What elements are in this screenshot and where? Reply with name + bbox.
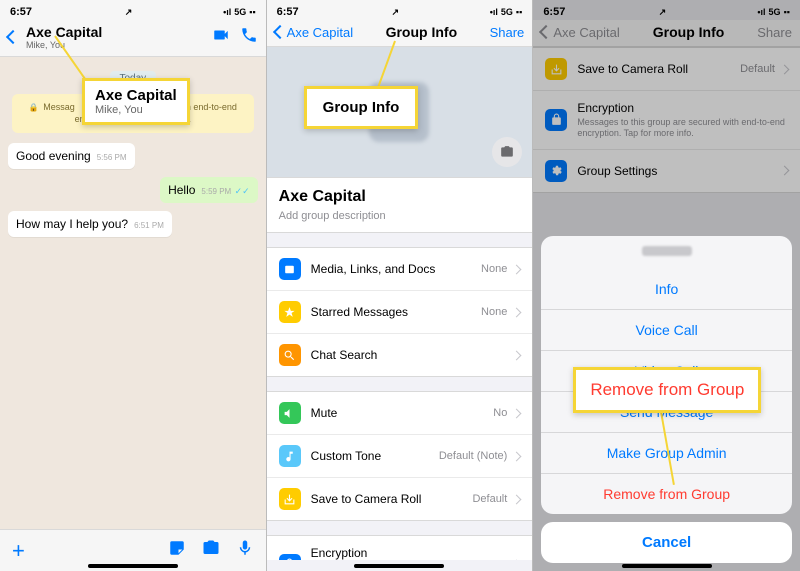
gear-icon xyxy=(545,160,567,182)
home-indicator[interactable] xyxy=(622,564,712,568)
navbar: Axe Capital Group Info Share xyxy=(267,20,533,47)
chevron-right-icon xyxy=(512,264,522,274)
status-time: 6:57 xyxy=(10,6,32,18)
mute-row[interactable]: MuteNo xyxy=(267,392,533,435)
back-label: Axe Capital xyxy=(287,25,353,40)
back-button[interactable]: Axe Capital xyxy=(275,25,353,40)
callout: Axe Capital Mike, You xyxy=(82,78,190,125)
encryption-row[interactable]: EncryptionMessages to this group are sec… xyxy=(267,536,533,560)
message-row: Good evening5:56 PM xyxy=(8,139,258,173)
chevron-left-icon xyxy=(6,30,20,44)
action-info[interactable]: Info xyxy=(541,269,792,310)
mic-button[interactable] xyxy=(236,539,254,562)
status-bar: 6:57↗ •ıl 5G ▪▪ xyxy=(533,0,800,20)
home-indicator[interactable] xyxy=(88,564,178,568)
lock-icon xyxy=(545,109,567,131)
chevron-right-icon xyxy=(780,166,790,176)
media-section: Media, Links, and DocsNone Starred Messa… xyxy=(267,247,533,377)
callout-title: Remove from Group xyxy=(590,380,744,399)
callout-subtitle: Mike, You xyxy=(95,104,177,116)
page-title: Group Info xyxy=(386,24,458,40)
voice-call-button[interactable] xyxy=(240,26,258,49)
callout: Remove from Group xyxy=(573,367,761,413)
chevron-right-icon xyxy=(512,408,522,418)
lock-icon: 🔒 xyxy=(29,103,39,112)
chevron-right-icon xyxy=(512,307,522,317)
chevron-right-icon xyxy=(512,494,522,504)
screen-actionsheet: 6:57↗ •ıl 5G ▪▪ Axe Capital Group Info S… xyxy=(533,0,800,571)
share-button: Share xyxy=(757,25,792,40)
screen-chat: 6:57↗ •ıl 5G ▪▪ Axe Capital Mike, You To… xyxy=(0,0,267,571)
callout-title: Axe Capital xyxy=(95,87,177,104)
message-row: How may I help you?6:51 PM xyxy=(8,207,258,241)
save-camera-roll-row[interactable]: Save to Camera RollDefault xyxy=(267,478,533,520)
custom-tone-row[interactable]: Custom ToneDefault (Note) xyxy=(267,435,533,478)
status-time: 6:57 xyxy=(543,6,565,18)
back-button: Axe Capital xyxy=(541,25,619,40)
tone-icon xyxy=(279,445,301,467)
group-description[interactable]: Add group description xyxy=(267,210,533,232)
search-icon xyxy=(279,344,301,366)
settings-section: MuteNo Custom ToneDefault (Note) Save to… xyxy=(267,391,533,521)
status-bar: 6:57↗ •ıl 5G ▪▪ xyxy=(267,0,533,20)
chevron-right-icon xyxy=(512,451,522,461)
sticker-button[interactable] xyxy=(168,539,186,562)
home-indicator[interactable] xyxy=(354,564,444,568)
media-icon xyxy=(279,258,301,280)
incoming-message[interactable]: How may I help you?6:51 PM xyxy=(8,211,172,237)
encryption-section: EncryptionMessages to this group are sec… xyxy=(267,535,533,560)
chat-title[interactable]: Axe Capital xyxy=(26,24,102,40)
callout-title: Group Info xyxy=(323,99,400,116)
chevron-right-icon xyxy=(780,64,790,74)
status-indicators: •ıl 5G ▪▪ xyxy=(757,7,790,17)
status-time: 6:57 xyxy=(277,6,299,18)
status-indicators: •ıl 5G ▪▪ xyxy=(490,7,523,17)
chat-body[interactable]: Today 🔒 Messag xxxxxxxx xxxxxxxx ured wi… xyxy=(0,57,266,538)
outgoing-message[interactable]: Hello5:59 PM ✓✓ xyxy=(160,177,258,203)
chat-search-row[interactable]: Chat Search xyxy=(267,334,533,376)
chevron-left-icon xyxy=(273,25,287,39)
camera-button[interactable] xyxy=(492,137,522,167)
message-row: Hello5:59 PM ✓✓ xyxy=(8,177,258,203)
status-bar: 6:57↗ •ıl 5G ▪▪ xyxy=(0,0,266,20)
video-call-button[interactable] xyxy=(212,26,230,49)
starred-messages-row[interactable]: Starred MessagesNone xyxy=(267,291,533,334)
callout: Group Info xyxy=(304,86,419,129)
save-icon xyxy=(279,488,301,510)
save-icon xyxy=(545,58,567,80)
chevron-left-icon xyxy=(539,25,553,39)
actionsheet-header xyxy=(541,236,792,269)
mute-icon xyxy=(279,402,301,424)
page-title: Group Info xyxy=(653,24,725,40)
incoming-message[interactable]: Good evening5:56 PM xyxy=(8,143,135,169)
navbar: Axe Capital Group Info Share xyxy=(533,20,800,47)
lock-icon xyxy=(279,554,301,560)
camera-button[interactable] xyxy=(202,539,220,562)
cancel-button[interactable]: Cancel xyxy=(541,522,792,563)
read-receipt-icon: ✓✓ xyxy=(235,186,250,196)
action-remove-from-group[interactable]: Remove from Group xyxy=(541,474,792,514)
status-indicators: •ıl 5G ▪▪ xyxy=(223,7,256,17)
screen-group-info: 6:57↗ •ıl 5G ▪▪ Axe Capital Group Info S… xyxy=(267,0,534,571)
group-settings-row: Group Settings xyxy=(533,150,800,192)
attach-button[interactable]: + xyxy=(12,538,25,564)
encryption-row: EncryptionMessages to this group are sec… xyxy=(533,91,800,150)
navbar: Axe Capital Mike, You xyxy=(0,20,266,57)
media-links-docs-row[interactable]: Media, Links, and DocsNone xyxy=(267,248,533,291)
share-button[interactable]: Share xyxy=(490,25,525,40)
chevron-right-icon xyxy=(512,350,522,360)
back-label: Axe Capital xyxy=(553,25,619,40)
action-voice-call[interactable]: Voice Call xyxy=(541,310,792,351)
group-name[interactable]: Axe Capital xyxy=(267,178,533,210)
save-camera-roll-row: Save to Camera RollDefault xyxy=(533,48,800,91)
star-icon xyxy=(279,301,301,323)
